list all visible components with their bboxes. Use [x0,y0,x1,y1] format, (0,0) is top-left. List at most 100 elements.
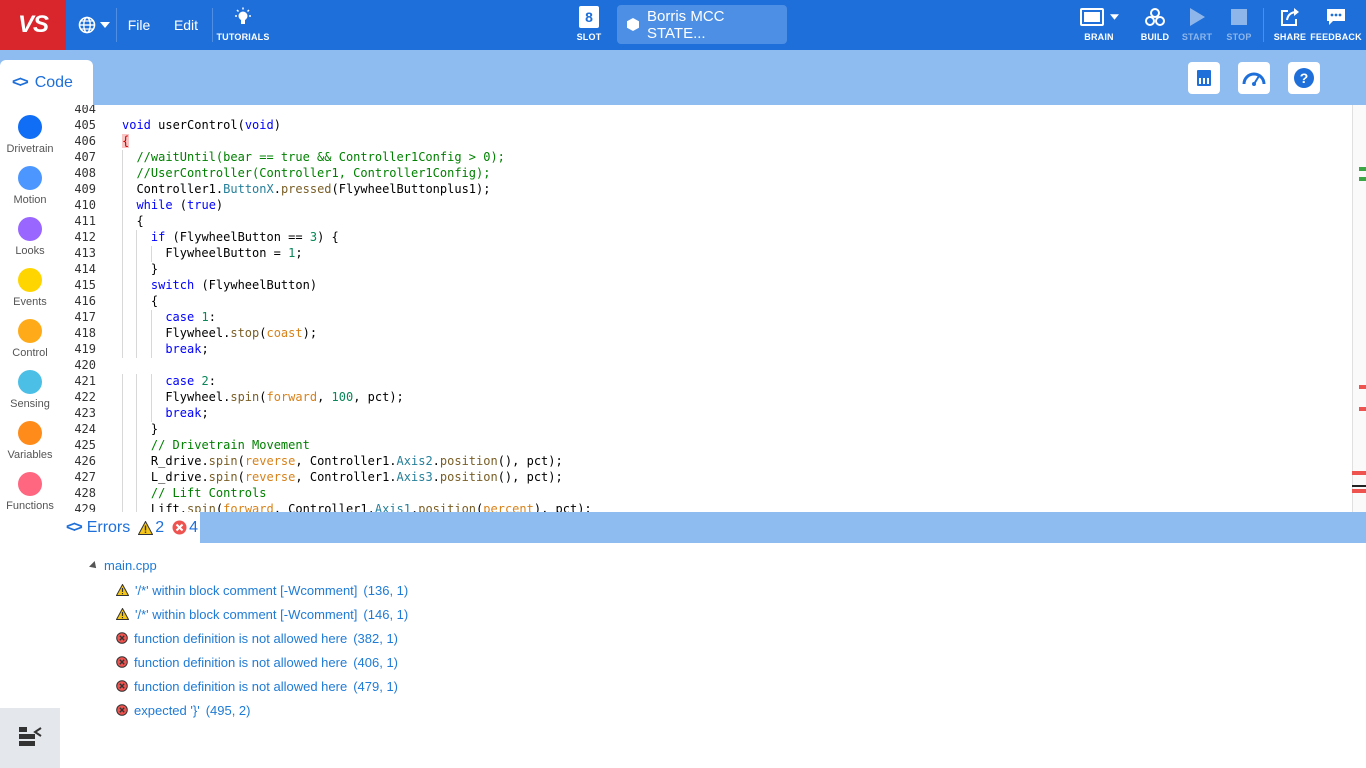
feedback-label: FEEDBACK [1310,32,1362,42]
code-token: FlywheelButton = [165,246,289,260]
code-token: Controller1. [136,182,224,196]
indent-guide [136,342,138,358]
code-token: 3 [309,230,318,244]
error-message: '/*' within block comment [-Wcomment] [135,606,358,622]
dashboard-button[interactable] [1238,62,1270,94]
expand-triangle-icon [89,560,99,571]
file-menu-button[interactable]: File [120,0,158,50]
indent-guide [136,406,138,422]
line-number: 410 [74,198,96,212]
toolbar-divider [1263,8,1264,42]
code-token: void [244,118,274,132]
indent-guide [150,406,152,422]
category-label: Variables [7,449,53,461]
stop-button[interactable]: STOP [1217,6,1261,46]
category-variables[interactable]: Variables [0,411,60,462]
category-motion[interactable]: Motion [0,156,60,207]
code-token: spin [230,390,260,404]
error-list-item[interactable]: function definition is not allowed here (… [116,676,398,696]
brain-button[interactable]: BRAIN [1073,6,1125,46]
indent-guide [122,166,123,182]
edit-menu-button[interactable]: Edit [166,0,206,50]
toolbox-toggle-button[interactable] [0,708,60,768]
error-list-item[interactable]: '/*' within block comment [-Wcomment] (14… [116,604,408,624]
code-token: , Controller1. [295,454,397,468]
category-looks[interactable]: Looks [0,207,60,258]
errors-tab[interactable]: <> Errors 2 4 [60,512,200,543]
indent-guide [122,182,123,198]
overview-marker [1359,177,1366,181]
code-token: R_drive. [150,454,209,468]
code-token: reverse [244,454,296,468]
indent-guide [136,374,138,390]
indent-guide [122,278,123,294]
category-functions[interactable]: Functions [0,462,60,513]
category-color-dot [18,166,42,190]
language-menu-button[interactable] [76,0,112,50]
indent-guide [136,294,138,310]
code-line: 410 while (true) [60,198,1350,214]
start-button[interactable]: START [1175,6,1219,46]
help-icon: ? [1294,68,1314,88]
line-number: 422 [74,390,96,404]
code-token: case [165,310,195,324]
indent-guide [136,326,138,342]
category-color-dot [18,472,42,496]
errors-header-bar [60,512,1366,543]
code-token: ; [201,406,209,420]
code-token: { [122,134,130,148]
line-code: break; [165,342,208,356]
indent-guide [122,438,123,454]
code-token: reverse [244,470,296,484]
error-list-item[interactable]: '/*' within block comment [-Wcomment] (13… [116,580,408,600]
code-editor[interactable]: 404 405 void userControl(void) 406 {407 //wai… [60,105,1366,512]
indent-guide [136,390,138,406]
code-token: : [208,374,216,388]
category-label: Motion [13,194,47,206]
project-cube-icon [627,18,639,31]
code-line: 424} [60,422,1350,438]
code-token: coast [266,326,303,340]
code-token: , Controller1. [273,502,375,512]
code-token: ( [237,454,245,468]
error-list-item[interactable]: function definition is not allowed here (… [116,652,398,672]
code-token: void [122,118,151,132]
line-number: 414 [74,262,96,276]
error-list-item[interactable]: function definition is not allowed here (… [116,628,398,648]
code-token: ), pct); [533,502,592,512]
category-control[interactable]: Control [0,309,60,360]
devices-button[interactable] [1188,62,1220,94]
slot-button[interactable]: 8 SLOT [567,6,611,46]
code-line: 429 Lift.spin(forward, Controller1.Axis1.… [60,502,1350,512]
category-color-dot [18,268,42,292]
build-button[interactable]: BUILD [1133,6,1177,46]
tutorials-button[interactable]: TUTORIALS [216,6,269,46]
help-button[interactable]: ? [1288,62,1320,94]
category-label: Sensing [10,398,50,410]
category-events[interactable]: Events [0,258,60,309]
feedback-button[interactable]: FEEDBACK [1310,6,1362,46]
code-token: ); [302,326,318,340]
code-brackets-icon: <> [12,73,29,91]
code-token: forward [223,502,274,512]
warning-icon [116,584,129,596]
category-label: Events [13,296,47,308]
error-file-node[interactable]: main.cpp [89,558,157,573]
line-number: 417 [74,310,96,324]
editor-scrollbar[interactable] [1352,105,1366,512]
toolbox-collapse-icon [19,727,42,746]
code-tab[interactable]: <> Code [0,60,93,105]
error-list-item[interactable]: expected '}' (495, 2) [116,700,251,720]
project-name-button[interactable]: Borris MCC STATE... [617,5,787,44]
line-code: } [151,422,158,436]
share-button[interactable]: SHARE [1268,6,1312,46]
code-token: userControl( [150,118,245,132]
errors-brackets-icon: <> [66,518,83,536]
error-message: function definition is not allowed here [134,678,348,694]
indent-guide [122,390,123,406]
indent-guide [122,294,123,310]
category-drivetrain[interactable]: Drivetrain [0,105,60,156]
category-sensing[interactable]: Sensing [0,360,60,411]
indent-guide [136,502,138,512]
indent-guide [122,470,123,486]
